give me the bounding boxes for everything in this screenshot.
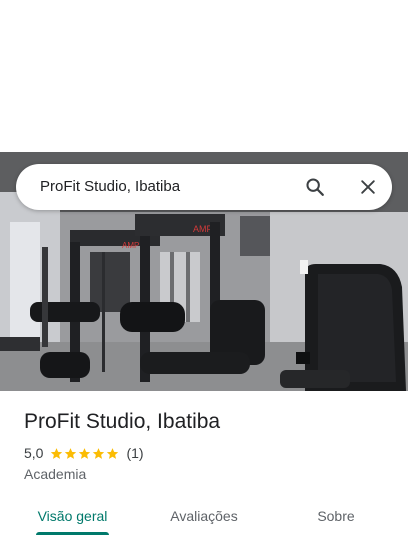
star-rating xyxy=(50,447,120,460)
star-icon xyxy=(51,447,63,459)
rating-value: 5,0 xyxy=(24,445,44,461)
tab-about[interactable]: Sobre xyxy=(300,494,372,538)
search-button[interactable] xyxy=(301,173,329,201)
place-category: Academia xyxy=(24,466,87,482)
close-icon xyxy=(361,180,375,194)
review-count[interactable]: (1) xyxy=(126,445,143,461)
star-icon xyxy=(65,447,77,459)
place-title: ProFit Studio, Ibatiba xyxy=(24,410,221,433)
place-tabs: Visão geral Avaliações Sobre xyxy=(0,494,408,538)
search-bar[interactable]: ProFit Studio, Ibatiba xyxy=(16,164,392,210)
search-icon xyxy=(306,178,324,196)
map-blank-area xyxy=(0,0,408,152)
star-icon xyxy=(79,447,91,459)
tab-reviews[interactable]: Avaliações xyxy=(155,494,253,538)
brand-label-right: AMP xyxy=(193,224,213,234)
star-icon xyxy=(93,447,105,459)
brand-label-left: AMP xyxy=(122,241,139,250)
search-input[interactable]: ProFit Studio, Ibatiba xyxy=(40,178,180,195)
clear-search-button[interactable] xyxy=(354,173,382,201)
rating-row[interactable]: 5,0 (1) xyxy=(24,445,144,461)
active-tab-indicator xyxy=(36,532,109,535)
star-icon xyxy=(107,447,119,459)
